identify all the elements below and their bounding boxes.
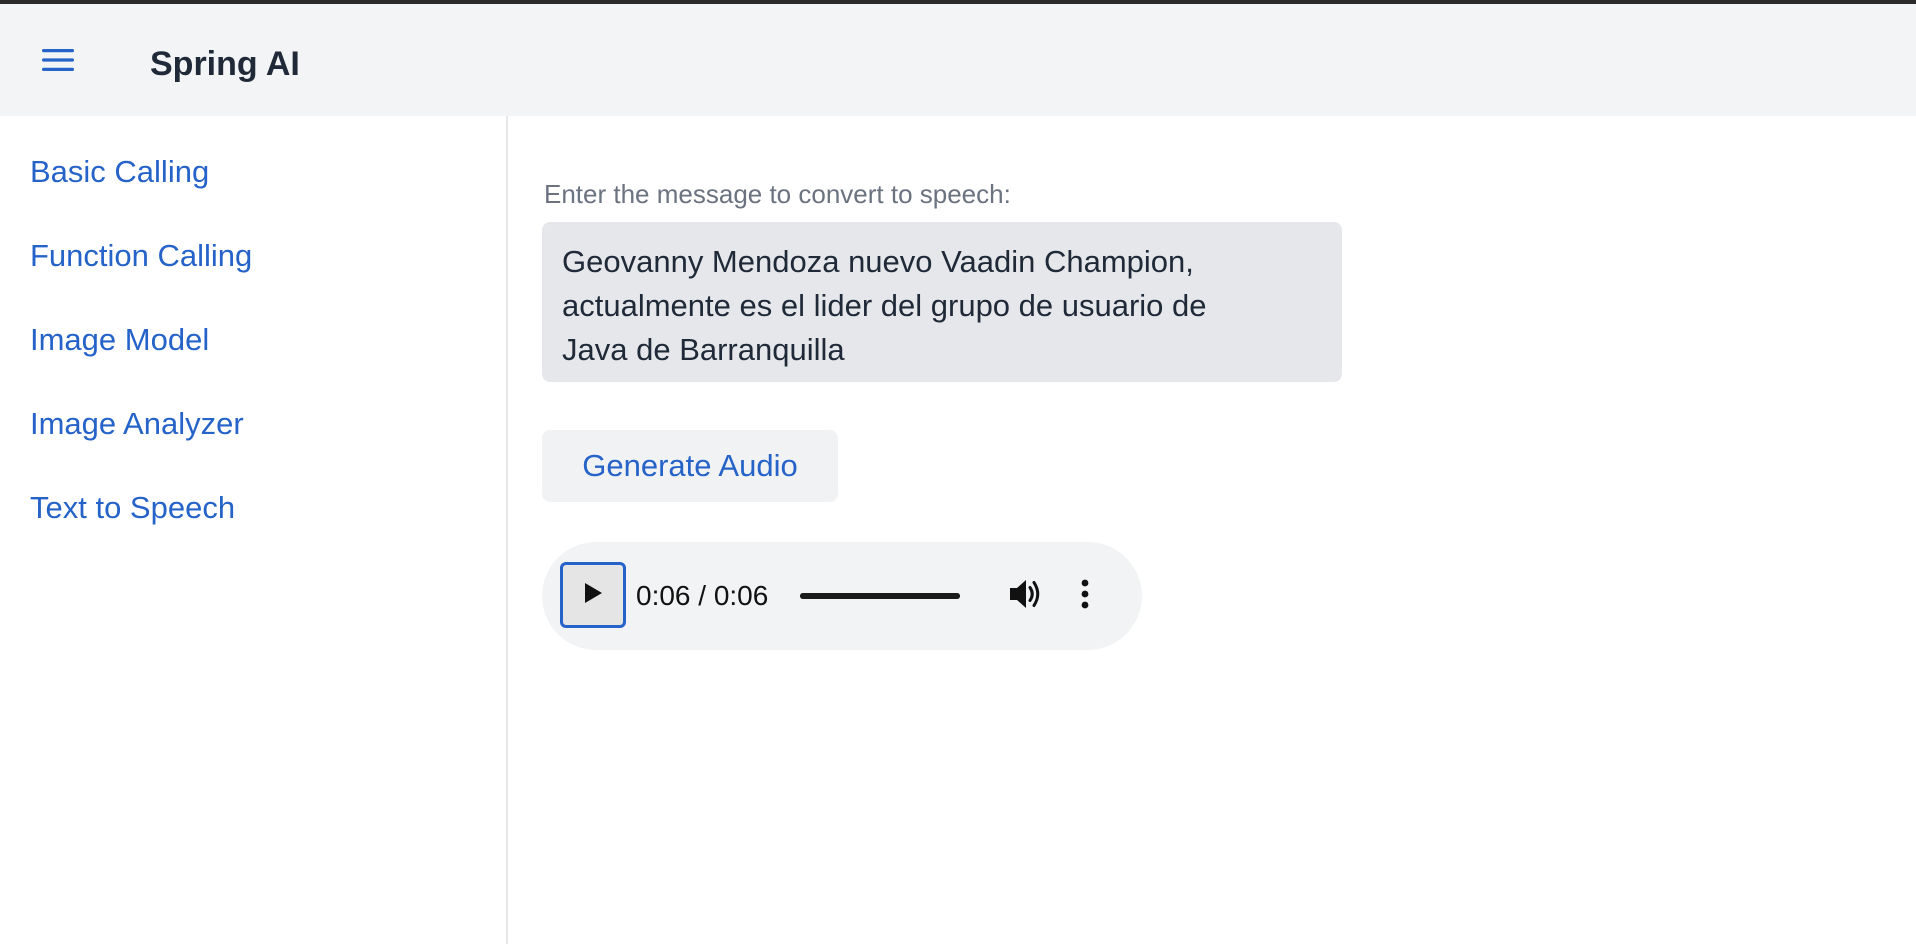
play-icon	[582, 581, 604, 610]
sidebar-item-text-to-speech[interactable]: Text to Speech	[30, 488, 235, 528]
app-title: Spring AI	[150, 45, 300, 83]
sidebar-nav: Basic Calling Function Calling Image Mod…	[0, 116, 508, 944]
audio-time-display: 0:06 / 0:06	[636, 580, 769, 611]
audio-seek-progress	[800, 593, 960, 599]
sidebar-item-function-calling[interactable]: Function Calling	[30, 236, 252, 276]
main-content: Enter the message to convert to speech: …	[510, 116, 1916, 944]
menu-button[interactable]	[30, 42, 86, 82]
more-options-button[interactable]	[1070, 576, 1100, 616]
audio-seek-bar[interactable]	[800, 593, 960, 599]
volume-icon	[1008, 577, 1044, 616]
hamburger-menu-icon	[41, 47, 75, 78]
message-textarea[interactable]: Geovanny Mendoza nuevo Vaadin Champion, …	[542, 222, 1342, 382]
app-header: Spring AI	[0, 4, 1916, 116]
sidebar-item-basic-calling[interactable]: Basic Calling	[30, 152, 209, 192]
sidebar-item-image-model[interactable]: Image Model	[30, 320, 209, 360]
message-field-label: Enter the message to convert to speech:	[544, 179, 1011, 209]
generate-audio-button[interactable]: Generate Audio	[542, 430, 838, 502]
more-vertical-icon	[1080, 578, 1090, 615]
play-button[interactable]	[560, 562, 626, 628]
audio-player: 0:06 / 0:06	[542, 542, 1142, 650]
volume-button[interactable]	[1006, 576, 1046, 616]
sidebar-item-image-analyzer[interactable]: Image Analyzer	[30, 404, 244, 444]
